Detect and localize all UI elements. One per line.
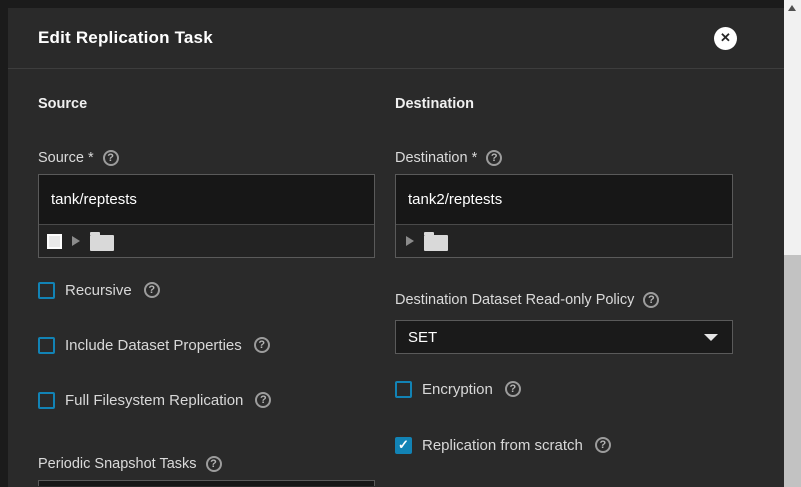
destination-input[interactable] xyxy=(396,175,732,224)
checkbox-include-dataset-properties[interactable]: Include Dataset Properties ? xyxy=(38,336,375,354)
readonly-policy-label: Destination Dataset Read-only Policy xyxy=(395,292,634,308)
checkbox[interactable] xyxy=(38,282,55,299)
scroll-up-arrow-icon[interactable] xyxy=(788,5,796,11)
help-icon[interactable]: ? xyxy=(103,150,119,166)
destination-field-label-row: Destination * ? xyxy=(395,150,733,166)
readonly-policy-select[interactable]: SET xyxy=(395,320,733,354)
vertical-scrollbar[interactable] xyxy=(784,0,801,487)
periodic-snapshot-tasks-label: Periodic Snapshot Tasks xyxy=(38,456,197,472)
edit-replication-task-dialog: Edit Replication Task ✕ Source Source * … xyxy=(8,8,784,487)
help-icon[interactable]: ? xyxy=(206,456,222,472)
checkbox[interactable] xyxy=(395,381,412,398)
readonly-policy-value: SET xyxy=(408,329,437,346)
chevron-down-icon xyxy=(704,334,718,341)
help-icon[interactable]: ? xyxy=(505,381,521,397)
checkbox-label: Full Filesystem Replication xyxy=(65,392,243,409)
dialog-header: Edit Replication Task ✕ xyxy=(8,8,784,69)
checkbox-full-filesystem-replication[interactable]: Full Filesystem Replication ? xyxy=(38,391,375,409)
folder-icon[interactable] xyxy=(90,235,114,251)
checkbox[interactable] xyxy=(395,437,412,454)
checkbox-encryption[interactable]: Encryption ? xyxy=(395,380,733,398)
help-icon[interactable]: ? xyxy=(144,282,160,298)
expand-arrow-icon[interactable] xyxy=(406,236,414,246)
checkbox-replication-from-scratch[interactable]: Replication from scratch ? xyxy=(395,436,733,454)
help-icon[interactable]: ? xyxy=(595,437,611,453)
destination-column: Destination Destination * ? Destination … xyxy=(395,69,733,486)
dialog-title: Edit Replication Task xyxy=(38,28,213,48)
help-icon[interactable]: ? xyxy=(254,337,270,353)
close-icon[interactable]: ✕ xyxy=(714,27,737,50)
checkbox[interactable] xyxy=(38,337,55,354)
tree-node-checkbox[interactable] xyxy=(47,234,62,249)
checkbox[interactable] xyxy=(38,392,55,409)
source-dataset-explorer xyxy=(38,174,375,258)
checkbox-label: Include Dataset Properties xyxy=(65,337,242,354)
checkbox-label: Recursive xyxy=(65,282,132,299)
readonly-policy-label-row: Destination Dataset Read-only Policy ? xyxy=(395,292,733,308)
destination-tree-row[interactable] xyxy=(396,224,732,257)
help-icon[interactable]: ? xyxy=(255,392,271,408)
source-section-header: Source xyxy=(38,96,375,112)
destination-field-label: Destination * xyxy=(395,150,477,166)
help-icon[interactable]: ? xyxy=(486,150,502,166)
checkbox-label: Encryption xyxy=(422,381,493,398)
expand-arrow-icon[interactable] xyxy=(72,236,80,246)
periodic-snapshot-tasks-label-row: Periodic Snapshot Tasks ? xyxy=(38,456,375,472)
destination-section-header: Destination xyxy=(395,96,733,112)
checkbox-label: Replication from scratch xyxy=(422,437,583,454)
scrollbar-thumb[interactable] xyxy=(784,255,801,487)
source-tree-row[interactable] xyxy=(39,224,374,257)
dialog-body: Source Source * ? Recursive ? xyxy=(8,69,784,486)
periodic-snapshot-tasks-field[interactable] xyxy=(38,480,375,486)
destination-dataset-explorer xyxy=(395,174,733,258)
source-column: Source Source * ? Recursive ? xyxy=(38,69,375,486)
source-field-label: Source * xyxy=(38,150,94,166)
source-field-label-row: Source * ? xyxy=(38,150,375,166)
source-input[interactable] xyxy=(39,175,374,224)
checkbox-recursive[interactable]: Recursive ? xyxy=(38,281,375,299)
help-icon[interactable]: ? xyxy=(643,292,659,308)
folder-icon[interactable] xyxy=(424,235,448,251)
